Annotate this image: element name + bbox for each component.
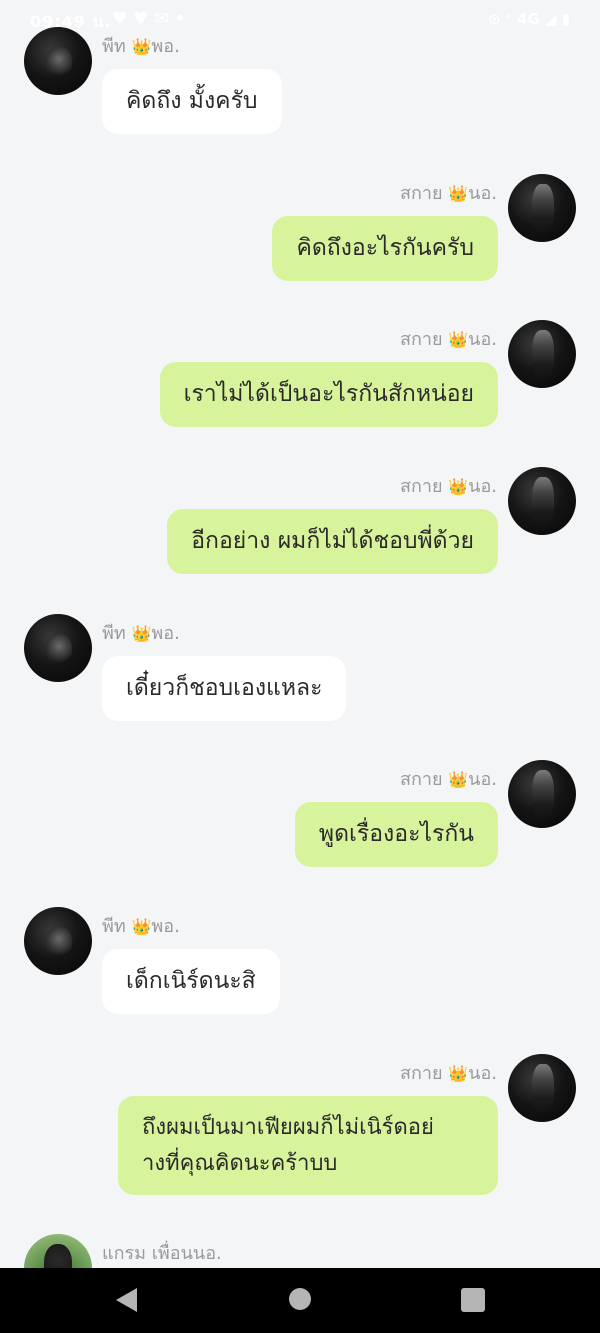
avatar[interactable] (508, 174, 576, 242)
message-bubble[interactable]: เราไม่ได้เป็นอะไรกันสักหน่อย (159, 362, 498, 427)
avatar[interactable] (508, 760, 576, 828)
avatar[interactable] (508, 1054, 576, 1122)
recent-apps-icon[interactable] (461, 1288, 485, 1312)
message-bubble[interactable]: ถึงผมเป็นมาเฟียผมก็ไม่เนิร์ดอย่ างที่คุณ… (118, 1096, 498, 1195)
avatar[interactable] (508, 467, 576, 535)
crown-icon: 👑 (448, 330, 469, 349)
crown-icon: 👑 (448, 184, 469, 203)
chat-thread[interactable]: พีท 👑พอ. คิดถึง มั้งครับ สกาย 👑นอ. คิดถึ… (0, 0, 600, 1268)
sender-name: สกาย 👑นอ. (399, 329, 497, 350)
crown-icon: 👑 (131, 917, 152, 936)
avatar[interactable] (24, 907, 92, 975)
sender-name: พีท 👑พอ. (102, 916, 180, 937)
crown-icon: 👑 (448, 477, 469, 496)
message-bubble[interactable]: เดี๋ยวก็ชอบเองแหละ (102, 656, 347, 721)
crown-icon: 👑 (448, 770, 469, 789)
sender-name: สกาย 👑นอ. (399, 769, 497, 790)
crown-icon: 👑 (131, 37, 152, 56)
avatar[interactable] (24, 27, 92, 95)
message-bubble[interactable]: อีกอย่าง ผมก็ไม่ได้ชอบพี่ด้วย (167, 509, 498, 574)
crown-icon: 👑 (131, 624, 152, 643)
avatar[interactable] (24, 1234, 92, 1268)
sender-name: สกาย 👑นอ. (399, 476, 497, 497)
navigation-bar (0, 1268, 600, 1333)
sender-name: สกาย 👑นอ. (399, 183, 497, 204)
home-icon[interactable] (289, 1288, 311, 1310)
message-bubble[interactable]: พูดเรื่องอะไรกัน (294, 802, 498, 867)
message-bubble[interactable]: เด็กเนิร์ดนะสิ (102, 949, 280, 1014)
avatar[interactable] (24, 614, 92, 682)
message-bubble[interactable]: คิดถึง มั้งครับ (102, 69, 282, 134)
avatar[interactable] (508, 320, 576, 388)
message-bubble[interactable]: คิดถึงอะไรกันครับ (272, 216, 498, 281)
crown-icon: 👑 (448, 1064, 469, 1083)
back-icon[interactable] (116, 1288, 137, 1312)
sender-name: พีท 👑พอ. (102, 623, 180, 644)
sender-name: สกาย 👑นอ. (399, 1063, 497, 1084)
sender-name: พีท 👑พอ. (102, 36, 180, 57)
sender-name: แกรม เพื่อนนอ. (102, 1243, 222, 1264)
